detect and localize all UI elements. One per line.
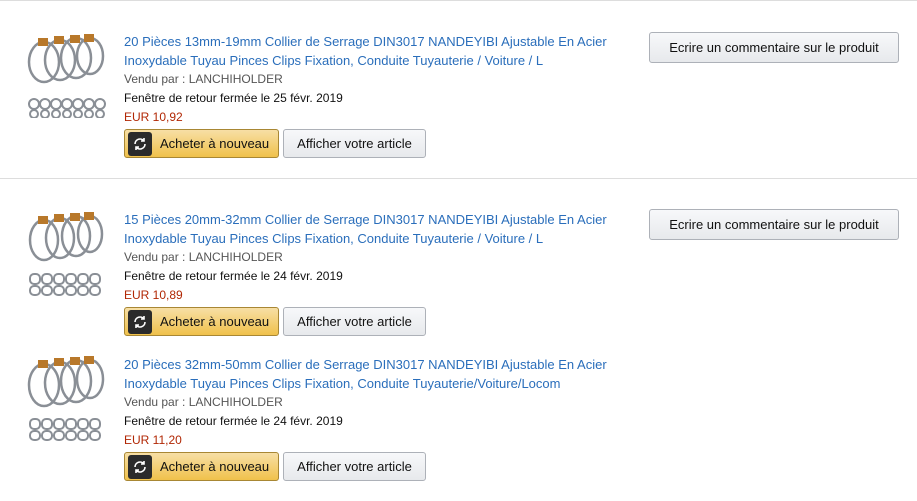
view-item-button[interactable]: Afficher votre article: [283, 129, 426, 158]
product-title-line[interactable]: Inoxydable Tuyau Pinces Clips Fixation, …: [124, 229, 624, 248]
return-window-text: Fenêtre de retour fermée le 25 févr. 201…: [124, 91, 343, 105]
action-buttons: Acheter à nouveau Afficher votre article: [124, 307, 426, 336]
product-title-link[interactable]: 20 Pièces 32mm-50mm Collier de Serrage D…: [124, 355, 624, 393]
action-buttons: Acheter à nouveau Afficher votre article: [124, 452, 426, 481]
reorder-icon: [128, 454, 152, 479]
product-info: 20 Pièces 32mm-50mm Collier de Serrage D…: [124, 355, 624, 450]
buy-again-button[interactable]: Acheter à nouveau: [124, 129, 279, 158]
return-window-text: Fenêtre de retour fermée le 24 févr. 201…: [124, 269, 343, 283]
write-review-button[interactable]: Ecrire un commentaire sur le produit: [649, 209, 899, 240]
product-image[interactable]: [26, 210, 106, 296]
seller-label: Vendu par : LANCHIHOLDER: [124, 72, 283, 86]
reorder-icon: [128, 131, 152, 156]
product-title-line[interactable]: 20 Pièces 32mm-50mm Collier de Serrage D…: [124, 355, 624, 374]
price: EUR 11,20: [124, 433, 182, 447]
seller-label: Vendu par : LANCHIHOLDER: [124, 395, 283, 409]
price: EUR 10,92: [124, 110, 183, 124]
return-window-text: Fenêtre de retour fermée le 24 févr. 201…: [124, 414, 343, 428]
reorder-icon: [128, 309, 152, 334]
product-info: 15 Pièces 20mm-32mm Collier de Serrage D…: [124, 210, 624, 305]
product-title-line[interactable]: 20 Pièces 13mm-19mm Collier de Serrage D…: [124, 32, 624, 51]
seller-label: Vendu par : LANCHIHOLDER: [124, 250, 283, 264]
view-item-button[interactable]: Afficher votre article: [283, 307, 426, 336]
action-buttons: Acheter à nouveau Afficher votre article: [124, 129, 426, 158]
product-image[interactable]: [26, 355, 106, 441]
product-image[interactable]: [26, 32, 106, 119]
divider: [0, 178, 917, 179]
product-title-line[interactable]: Inoxydable Tuyau Pinces Clips Fixation, …: [124, 51, 624, 70]
product-info: 20 Pièces 13mm-19mm Collier de Serrage D…: [124, 32, 624, 127]
buy-again-label: Acheter à nouveau: [160, 314, 270, 329]
price: EUR 10,89: [124, 288, 183, 302]
product-title-link[interactable]: 15 Pièces 20mm-32mm Collier de Serrage D…: [124, 210, 624, 248]
buy-again-label: Acheter à nouveau: [160, 136, 270, 151]
buy-again-label: Acheter à nouveau: [160, 459, 270, 474]
product-title-line[interactable]: 15 Pièces 20mm-32mm Collier de Serrage D…: [124, 210, 624, 229]
divider: [0, 0, 917, 1]
write-review-button[interactable]: Ecrire un commentaire sur le produit: [649, 32, 899, 63]
buy-again-button[interactable]: Acheter à nouveau: [124, 307, 279, 336]
product-title-line[interactable]: Inoxydable Tuyau Pinces Clips Fixation, …: [124, 374, 624, 393]
buy-again-button[interactable]: Acheter à nouveau: [124, 452, 279, 481]
product-title-link[interactable]: 20 Pièces 13mm-19mm Collier de Serrage D…: [124, 32, 624, 70]
view-item-button[interactable]: Afficher votre article: [283, 452, 426, 481]
